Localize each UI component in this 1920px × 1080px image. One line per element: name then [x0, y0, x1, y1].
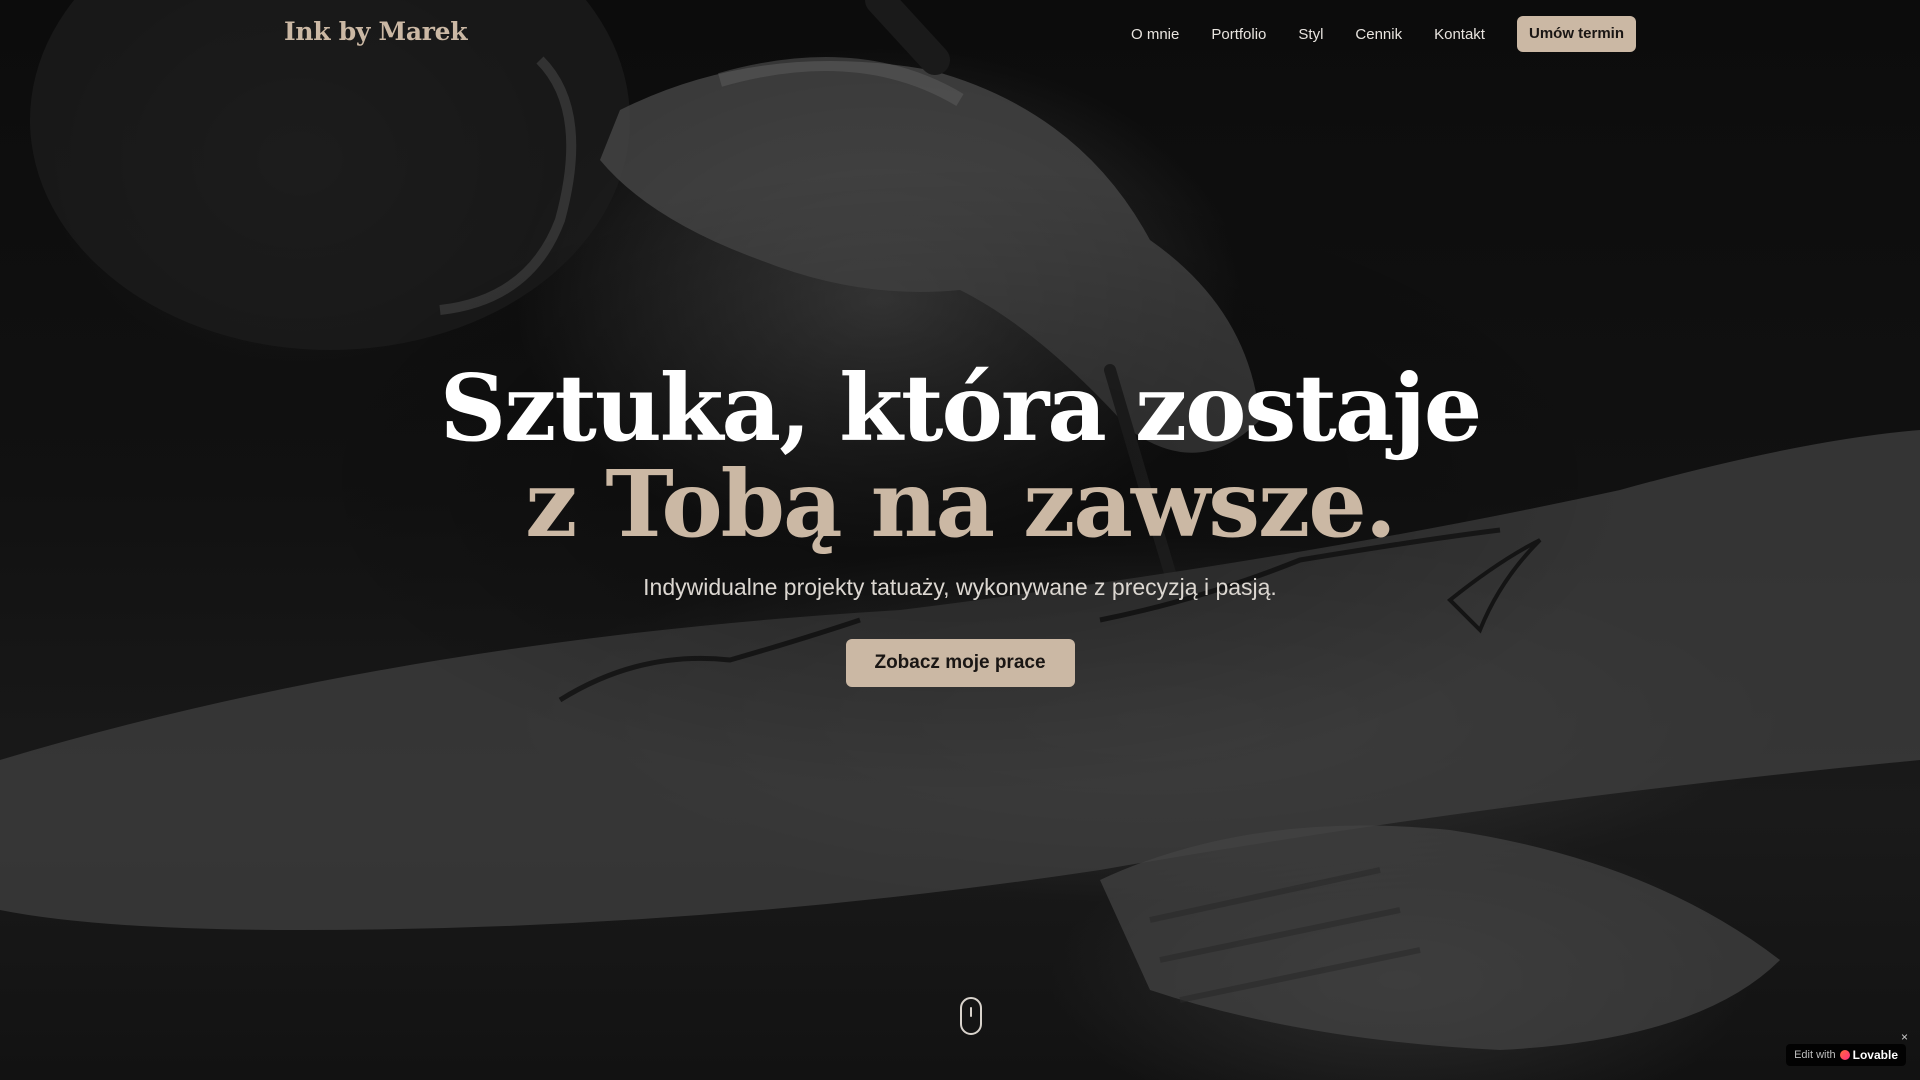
view-portfolio-button[interactable]: Zobacz moje prace	[845, 639, 1075, 687]
book-appointment-button[interactable]: Umów termin	[1516, 16, 1636, 52]
nav-link-styl[interactable]: Styl	[1298, 26, 1323, 43]
badge-prefix: Edit with	[1794, 1049, 1836, 1061]
nav-link-cennik[interactable]: Cennik	[1355, 26, 1402, 43]
close-icon[interactable]: ×	[1901, 1030, 1908, 1044]
scroll-wheel-dot	[970, 1007, 972, 1017]
lovable-heart-icon	[1839, 1050, 1850, 1060]
hero-headline: Sztuka, która zostaje z Tobą na zawsze.	[0, 360, 1920, 552]
hero-section: Ink by Marek O mnie Portfolio Styl Cenni…	[0, 0, 1920, 1080]
nav-link-portfolio[interactable]: Portfolio	[1211, 26, 1266, 43]
brand-logo[interactable]: Ink by Marek	[284, 17, 468, 46]
nav-link-o-mnie[interactable]: O mnie	[1131, 26, 1179, 43]
lovable-badge[interactable]: Edit with Lovable ×	[1786, 1030, 1908, 1066]
hero-subtitle: Indywidualne projekty tatuaży, wykonywan…	[643, 574, 1277, 600]
hero-headline-line2: z Tobą na zawsze.	[525, 450, 1397, 558]
nav-link-kontakt[interactable]: Kontakt	[1434, 26, 1485, 43]
mouse-scroll-icon[interactable]	[960, 997, 982, 1035]
top-navbar: Ink by Marek O mnie Portfolio Styl Cenni…	[0, 0, 1920, 68]
badge-brand: Lovable	[1839, 1048, 1898, 1062]
hero-headline-line1: Sztuka, która zostaje	[439, 354, 1483, 462]
hero-content: Sztuka, która zostaje z Tobą na zawsze. …	[0, 360, 1920, 687]
nav-links: O mnie Portfolio Styl Cennik Kontakt Umó…	[1131, 16, 1636, 52]
badge-brand-label: Lovable	[1852, 1048, 1898, 1062]
